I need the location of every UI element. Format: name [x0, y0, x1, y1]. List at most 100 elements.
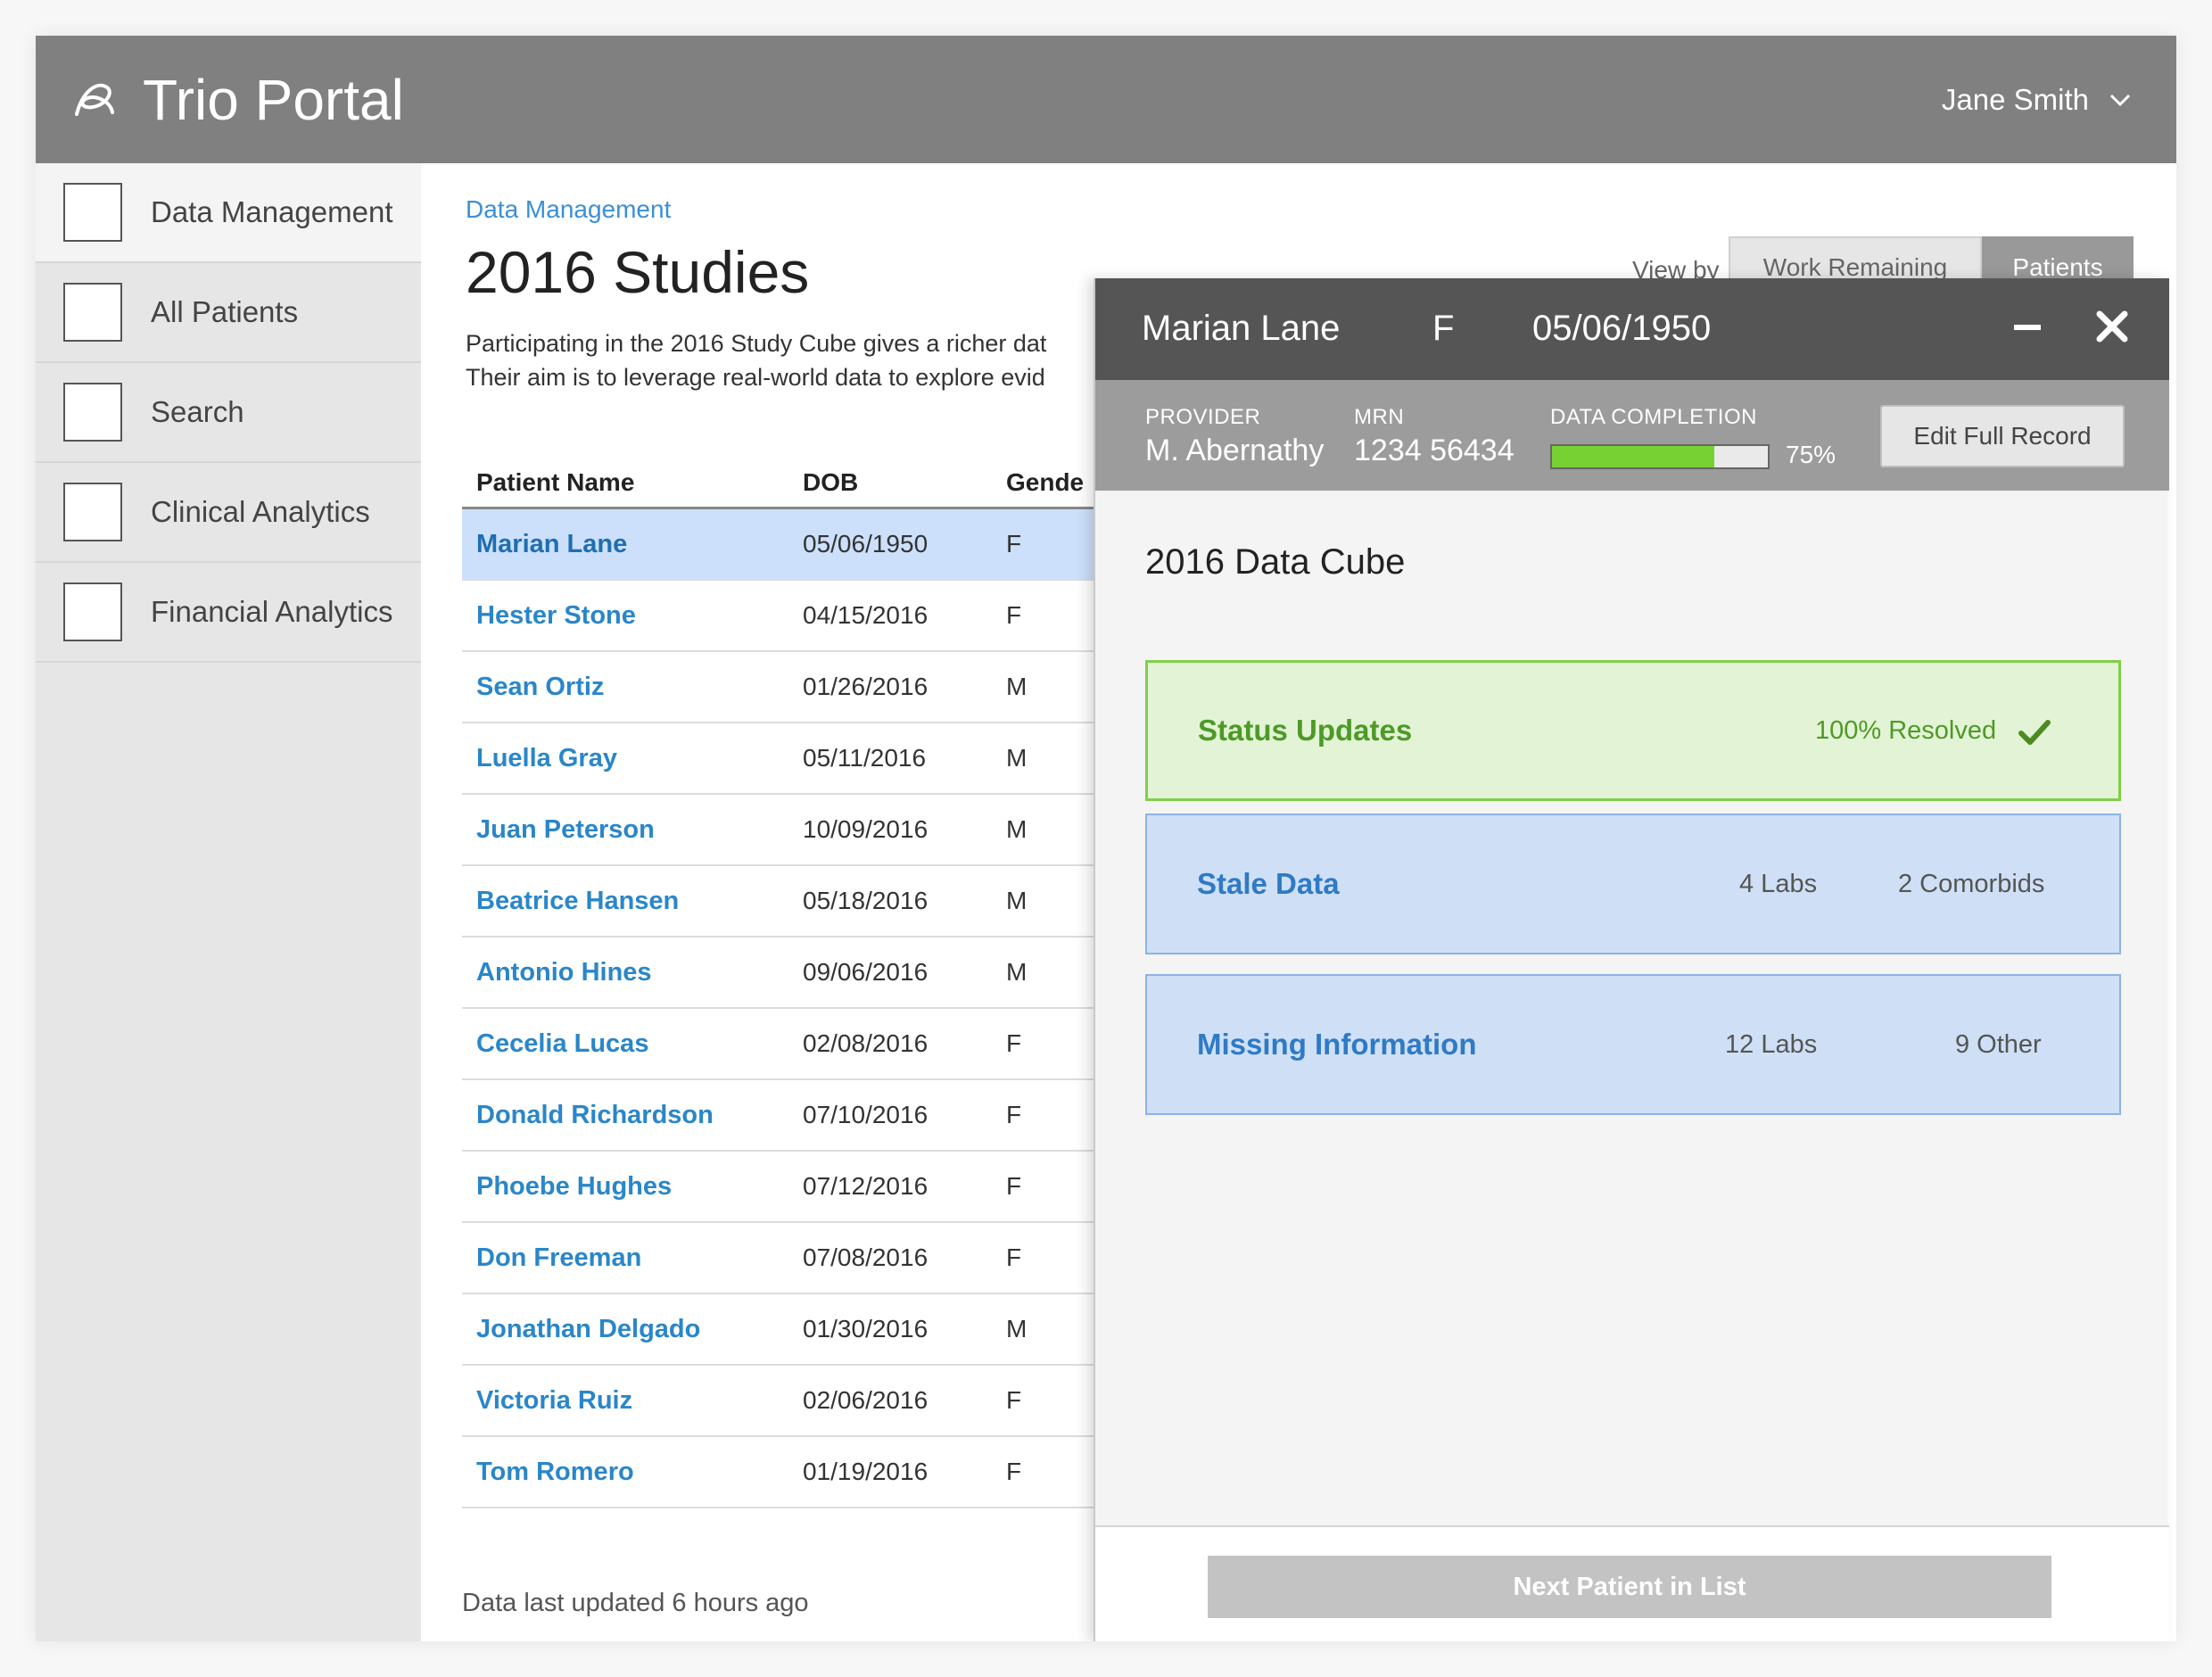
cell-name: Luella Gray	[462, 744, 801, 773]
sidebar-item-label: Financial Analytics	[151, 595, 393, 628]
sidebar-item-data-management[interactable]: Data Management	[36, 163, 421, 263]
patient-name-link[interactable]: Sean Ortiz	[476, 673, 604, 701]
table-row[interactable]: Sean Ortiz 01/26/2016 M	[462, 652, 1122, 723]
patient-table: Patient Name DOB Gende Marian Lane 05/06/…	[462, 458, 1122, 1508]
patient-name-link[interactable]: Cecelia Lucas	[476, 1029, 648, 1058]
cell-name: Antonio Hines	[462, 958, 801, 987]
completion-label: DATA COMPLETION	[1550, 405, 1757, 429]
table-row[interactable]: Luella Gray 05/11/2016 M	[462, 723, 1122, 795]
next-patient-button[interactable]: Next Patient in List	[1208, 1556, 2051, 1618]
table-row[interactable]: Beatrice Hansen 05/18/2016 M	[462, 866, 1122, 938]
sidebar-item-financial-analytics[interactable]: Financial Analytics	[36, 563, 421, 663]
cell-name: Beatrice Hansen	[462, 887, 801, 916]
drawer-patient-dob: 05/06/1950	[1532, 309, 1712, 348]
app-title: Trio Portal	[143, 68, 404, 132]
last-updated-text: Data last updated 6 hours ago	[462, 1589, 809, 1617]
sidebar: Data Management All Patients Search Clin…	[36, 163, 421, 1641]
cell-dob: 10/09/2016	[803, 815, 929, 843]
table-row[interactable]: Cecelia Lucas 02/08/2016 F	[462, 1009, 1122, 1080]
patient-name-link[interactable]: Antonio Hines	[476, 958, 652, 987]
patient-name-link[interactable]: Tom Romero	[476, 1458, 634, 1486]
app-window: Trio Portal Jane Smith Data Management A…	[36, 36, 2176, 1641]
patient-name-link[interactable]: Juan Peterson	[476, 815, 655, 844]
cell-name: Hester Stone	[462, 601, 801, 631]
sidebar-item-label: Clinical Analytics	[151, 495, 370, 528]
cell-dob: 01/30/2016	[803, 1315, 929, 1342]
column-header-name[interactable]: Patient Name	[462, 468, 801, 497]
card-stat: 2 Comorbids	[1898, 869, 2045, 898]
breadcrumb[interactable]: Data Management	[466, 195, 671, 224]
patient-name-link[interactable]: Luella Gray	[476, 744, 617, 772]
patient-name-link[interactable]: Don Freeman	[476, 1243, 641, 1272]
drawer-patient-gender: F	[1432, 309, 1455, 348]
table-row[interactable]: Don Freeman 07/08/2016 F	[462, 1223, 1122, 1294]
provider-label: PROVIDER	[1145, 405, 1261, 429]
stale-data-card[interactable]: Stale Data 4 Labs 2 Comorbids	[1145, 814, 2121, 954]
table-row[interactable]: Hester Stone 04/15/2016 F	[462, 581, 1122, 652]
chevron-down-icon	[2109, 94, 2131, 107]
card-stat: 12 Labs	[1725, 1029, 1818, 1059]
cell-name: Juan Peterson	[462, 815, 801, 845]
sidebar-item-clinical-analytics[interactable]: Clinical Analytics	[36, 463, 421, 563]
cell-name: Donald Richardson	[462, 1101, 801, 1130]
page-title: 2016 Studies	[466, 239, 810, 305]
page-description: Participating in the 2016 Study Cube giv…	[466, 326, 1108, 394]
sidebar-item-label: Data Management	[151, 195, 393, 228]
minus-icon[interactable]	[2005, 305, 2050, 350]
cell-name: Don Freeman	[462, 1243, 801, 1273]
table-row[interactable]: Donald Richardson 07/10/2016 F	[462, 1080, 1122, 1152]
cell-name: Tom Romero	[462, 1458, 801, 1487]
card-title: Missing Information	[1197, 1028, 1477, 1061]
cell-dob: 05/18/2016	[803, 887, 929, 914]
table-row[interactable]: Antonio Hines 09/06/2016 M	[462, 938, 1122, 1009]
cell-dob: 07/12/2016	[803, 1172, 929, 1200]
sidebar-item-all-patients[interactable]: All Patients	[36, 263, 421, 363]
missing-information-card[interactable]: Missing Information 12 Labs 9 Other	[1145, 974, 2121, 1115]
edit-full-record-button[interactable]: Edit Full Record	[1880, 405, 2125, 467]
table-body: Marian Lane 05/06/1950 F Hester Stone 04/15/…	[462, 509, 1122, 1508]
status-updates-card[interactable]: Status Updates 100% Resolved	[1145, 660, 2121, 801]
placeholder-icon	[63, 183, 122, 242]
patient-name-link[interactable]: Jonathan Delgado	[476, 1315, 700, 1343]
sidebar-item-search[interactable]: Search	[36, 363, 421, 463]
patient-name-link[interactable]: Beatrice Hansen	[476, 887, 679, 915]
card-stat: 4 Labs	[1739, 869, 1818, 898]
cell-dob: 05/11/2016	[803, 744, 927, 772]
column-header-dob[interactable]: DOB	[801, 468, 1003, 497]
card-stat: 9 Other	[1955, 1029, 2042, 1059]
section-title: 2016 Data Cube	[1145, 542, 1406, 582]
drawer-patient-name: Marian Lane	[1142, 309, 1341, 348]
cell-name: Sean Ortiz	[462, 673, 801, 702]
patient-name-link[interactable]: Victoria Ruiz	[476, 1386, 632, 1415]
table-row[interactable]: Tom Romero 01/19/2016 F	[462, 1437, 1122, 1508]
cell-dob: 05/06/1950	[803, 530, 929, 558]
mrn-value: 1234 56434	[1354, 434, 1515, 467]
table-header: Patient Name DOB Gende	[462, 458, 1122, 509]
cell-name: Jonathan Delgado	[462, 1315, 801, 1344]
description-line: Participating in the 2016 Study Cube giv…	[466, 330, 1047, 357]
placeholder-icon	[63, 283, 122, 342]
patient-name-link[interactable]: Donald Richardson	[476, 1101, 714, 1129]
table-row[interactable]: Juan Peterson 10/09/2016 M	[462, 795, 1122, 866]
patient-name-link[interactable]: Phoebe Hughes	[476, 1172, 672, 1201]
user-menu[interactable]: Jane Smith	[1942, 75, 2134, 125]
sidebar-item-label: Search	[151, 395, 244, 428]
sidebar-item-label: All Patients	[151, 295, 299, 328]
cell-name: Phoebe Hughes	[462, 1172, 801, 1202]
cell-name: Marian Lane	[462, 530, 801, 559]
table-row[interactable]: Marian Lane 05/06/1950 F	[462, 509, 1122, 581]
close-icon[interactable]	[2089, 303, 2135, 350]
card-title: Stale Data	[1197, 867, 1340, 900]
patient-name-link[interactable]: Hester Stone	[476, 601, 636, 630]
cell-dob: 02/08/2016	[803, 1029, 929, 1057]
table-row[interactable]: Phoebe Hughes 07/12/2016 F	[462, 1152, 1122, 1223]
completion-percent: 75%	[1786, 441, 1836, 468]
table-row[interactable]: Jonathan Delgado 01/30/2016 M	[462, 1294, 1122, 1366]
cell-dob: 04/15/2016	[803, 601, 929, 629]
card-stat: 100% Resolved	[1815, 715, 1997, 745]
checkmark-icon	[2018, 720, 2051, 745]
mrn-label: MRN	[1354, 405, 1405, 429]
card-title: Status Updates	[1198, 714, 1413, 747]
table-row[interactable]: Victoria Ruiz 02/06/2016 F	[462, 1366, 1122, 1437]
patient-name-link[interactable]: Marian Lane	[476, 530, 627, 558]
